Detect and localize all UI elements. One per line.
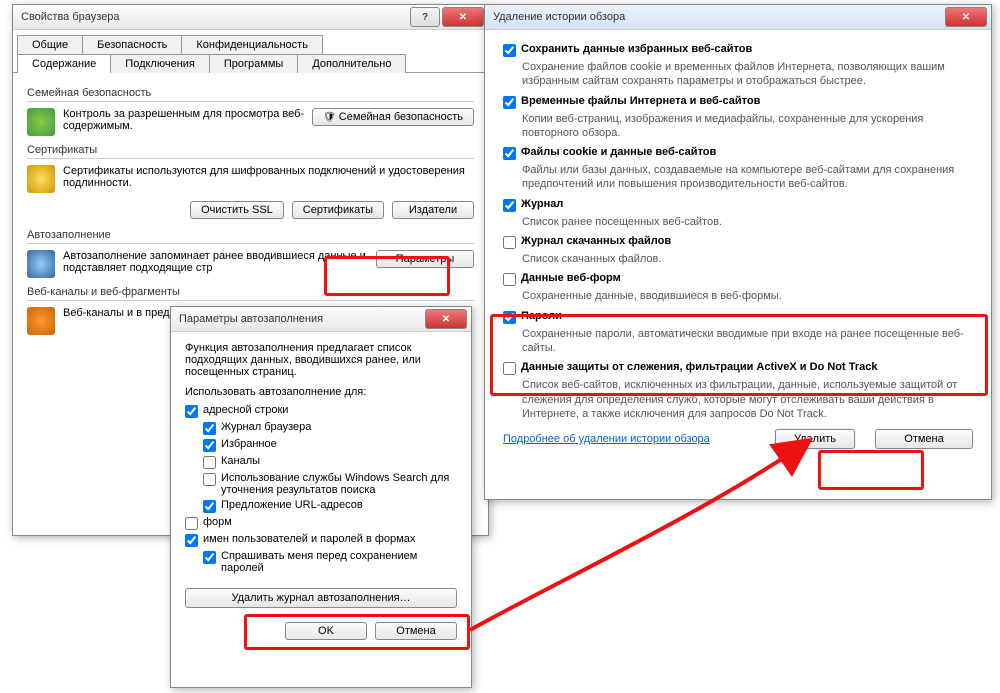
tab-privacy[interactable]: Конфиденциальность bbox=[181, 35, 323, 54]
titlebar: Удаление истории обзора ✕ bbox=[485, 5, 991, 30]
desc-cookies: Файлы или базы данных, создаваемые на ко… bbox=[522, 163, 973, 192]
chk-favorites[interactable] bbox=[203, 439, 216, 452]
certificates-text: Сертификаты используются для шифрованных… bbox=[63, 165, 474, 189]
clear-ssl-button[interactable]: Очистить SSL bbox=[190, 201, 284, 219]
cancel-button[interactable]: Отмена bbox=[375, 622, 457, 640]
chk-ask-save-password[interactable] bbox=[203, 551, 216, 564]
help-button[interactable]: ? bbox=[410, 7, 440, 27]
learn-more-link[interactable]: Подробнее об удалении истории обзора bbox=[503, 433, 710, 445]
chk-windows-search[interactable] bbox=[203, 473, 216, 486]
autocomplete-settings-dialog: Параметры автозаполнения ✕ Функция автоз… bbox=[170, 306, 472, 688]
desc-passwords: Сохраненные пароли, автоматически вводим… bbox=[522, 327, 973, 356]
dialog-title: Удаление истории обзора bbox=[493, 11, 943, 23]
tab-content[interactable]: Содержание bbox=[17, 54, 111, 73]
chk-cookies[interactable] bbox=[503, 147, 516, 160]
titlebar: Свойства браузера ? ✕ bbox=[13, 5, 488, 30]
titlebar: Параметры автозаполнения ✕ bbox=[171, 307, 471, 332]
chk-address-bar[interactable] bbox=[185, 405, 198, 418]
family-safety-button[interactable]: Семейная безопасность bbox=[312, 108, 474, 126]
desc-temp-files: Копии веб-страниц, изображения и медиафа… bbox=[522, 112, 973, 141]
desc-preserve-favorites: Сохранение файлов cookie и временных фай… bbox=[522, 60, 973, 89]
dialog-title: Свойства браузера bbox=[21, 11, 408, 23]
desc-download-history: Список скачанных файлов. bbox=[522, 252, 973, 266]
use-for-label: Использовать автозаполнение для: bbox=[185, 386, 457, 398]
dialog-title: Параметры автозаполнения bbox=[179, 313, 423, 325]
chk-url-suggestions[interactable] bbox=[203, 500, 216, 513]
delete-button[interactable]: Удалить bbox=[775, 429, 855, 449]
intro-text: Функция автозаполнения предлагает список… bbox=[185, 342, 457, 378]
close-button[interactable]: ✕ bbox=[442, 7, 484, 27]
desc-history: Список ранее посещенных веб-сайтов. bbox=[522, 215, 973, 229]
cancel-button[interactable]: Отмена bbox=[875, 429, 973, 449]
group-certificates: Сертификаты bbox=[27, 144, 474, 156]
chk-form-data[interactable] bbox=[503, 273, 516, 286]
chk-forms[interactable] bbox=[185, 517, 198, 530]
group-autocomplete: Автозаполнение bbox=[27, 229, 474, 241]
shield-icon bbox=[27, 108, 55, 136]
close-button[interactable]: ✕ bbox=[425, 309, 467, 329]
close-button[interactable]: ✕ bbox=[945, 7, 987, 27]
desc-tracking-protection: Список веб-сайтов, исключенных из фильтр… bbox=[522, 378, 973, 421]
chk-passwords[interactable] bbox=[503, 311, 516, 324]
autocomplete-settings-button[interactable]: Параметры bbox=[376, 250, 474, 268]
delete-browsing-history-dialog: Удаление истории обзора ✕ Сохранить данн… bbox=[484, 4, 992, 500]
ok-button[interactable]: OK bbox=[285, 622, 367, 640]
chk-tracking-protection[interactable] bbox=[503, 362, 516, 375]
family-safety-text: Контроль за разрешенным для просмотра ве… bbox=[63, 108, 304, 132]
autocomplete-icon bbox=[27, 250, 55, 278]
group-feeds: Веб-каналы и веб-фрагменты bbox=[27, 286, 474, 298]
tab-security[interactable]: Безопасность bbox=[82, 35, 182, 54]
tab-connections[interactable]: Подключения bbox=[110, 54, 210, 73]
feed-icon bbox=[27, 307, 55, 335]
chk-feeds[interactable] bbox=[203, 456, 216, 469]
tab-general[interactable]: Общие bbox=[17, 35, 83, 54]
group-family-safety: Семейная безопасность bbox=[27, 87, 474, 99]
delete-autocomplete-history-button[interactable]: Удалить журнал автозаполнения… bbox=[185, 588, 457, 608]
certificate-icon bbox=[27, 165, 55, 193]
tabs: Общие Безопасность Конфиденциальность Со… bbox=[13, 30, 488, 73]
desc-form-data: Сохраненные данные, вводившиеся в веб-фо… bbox=[522, 289, 973, 303]
chk-preserve-favorites[interactable] bbox=[503, 44, 516, 57]
chk-download-history[interactable] bbox=[503, 236, 516, 249]
tab-advanced[interactable]: Дополнительно bbox=[297, 54, 406, 73]
tab-programs[interactable]: Программы bbox=[209, 54, 298, 73]
chk-temp-files[interactable] bbox=[503, 96, 516, 109]
publishers-button[interactable]: Издатели bbox=[392, 201, 474, 219]
chk-browsing-history[interactable] bbox=[203, 422, 216, 435]
autocomplete-text: Автозаполнение запоминает ранее вводивши… bbox=[63, 250, 368, 274]
chk-history[interactable] bbox=[503, 199, 516, 212]
chk-usernames-passwords[interactable] bbox=[185, 534, 198, 547]
certificates-button[interactable]: Сертификаты bbox=[292, 201, 384, 219]
